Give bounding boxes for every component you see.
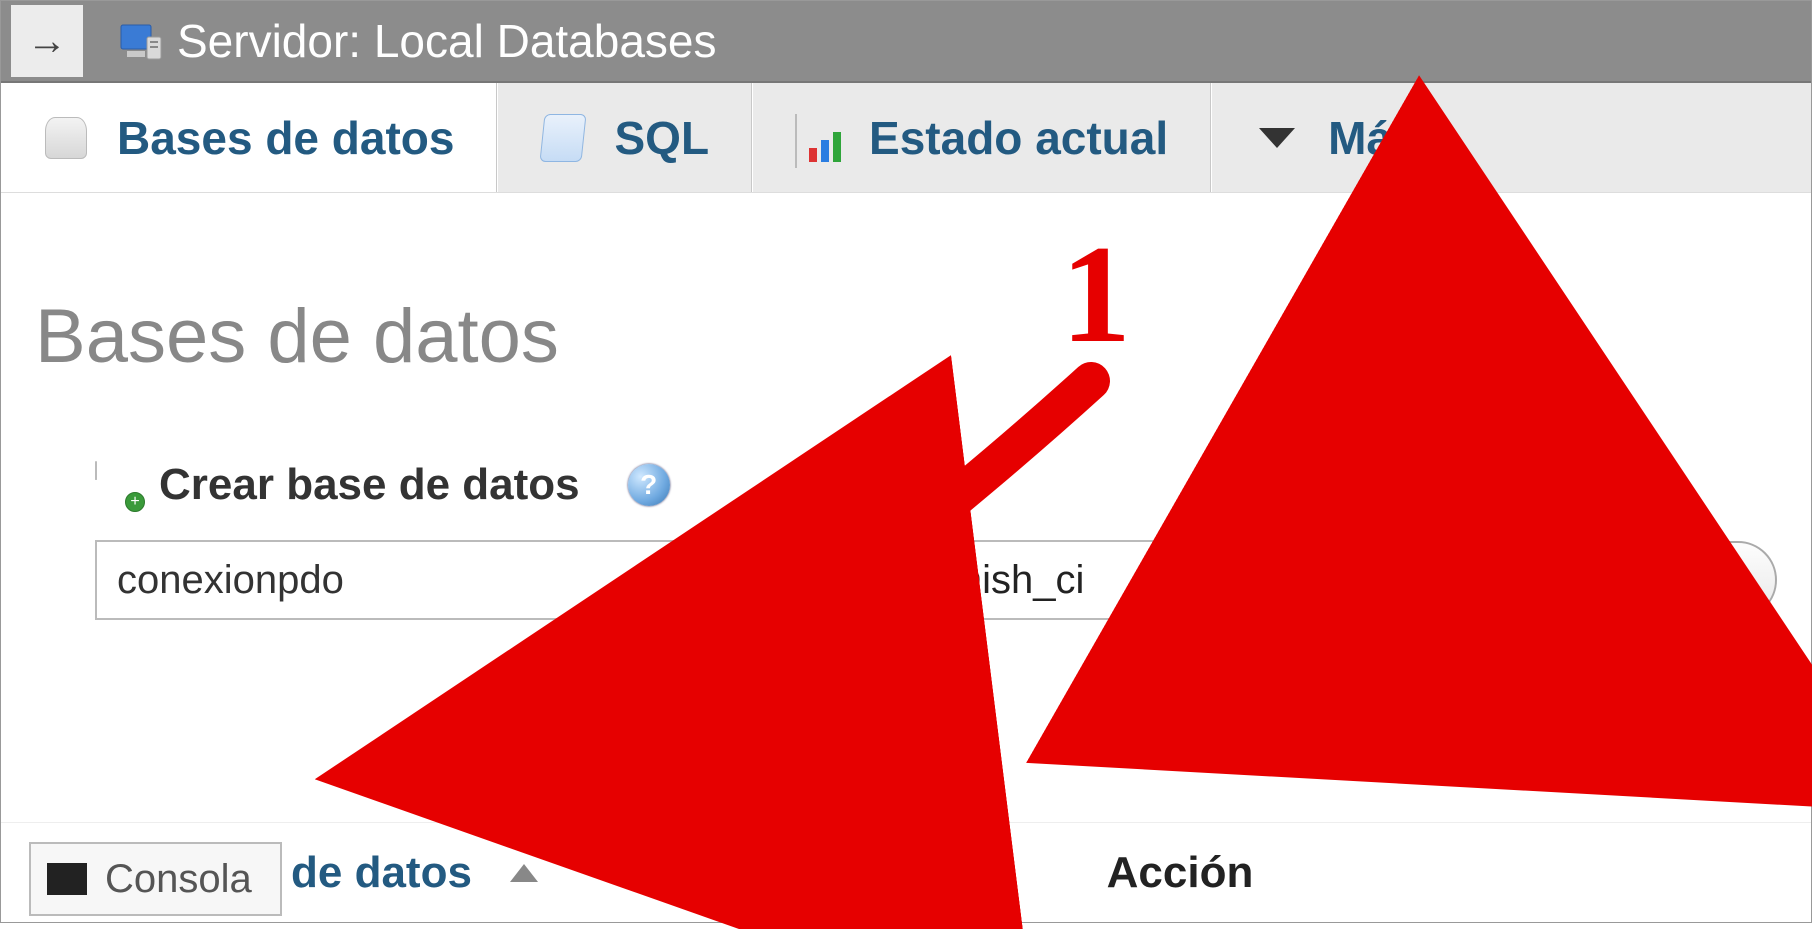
help-icon[interactable]: ? [628,464,670,506]
column-header-collation[interactable]: Cotejamiento [728,848,1007,898]
nav-forward-button[interactable]: → [11,5,83,77]
column-header-database[interactable]: de datos [291,848,472,898]
tab-status[interactable]: Estado actual [752,83,1211,192]
tab-sql-label: SQL [614,111,709,165]
tab-more[interactable]: Más [1211,83,1811,192]
tab-databases[interactable]: Bases de datos [1,83,497,192]
console-label: Consola [105,857,252,902]
db-name-input[interactable] [95,540,716,620]
create-db-heading-row: + Crear base de datos ? [35,460,1777,510]
status-icon [795,115,841,161]
server-icon [117,19,165,63]
server-breadcrumb-text[interactable]: Servidor: Local Databases [177,14,717,68]
chevron-down-icon: ▼ [1476,565,1502,596]
server-breadcrumb-bar: → Servidor: Local Databases [1,1,1811,83]
column-header-action: Acción [1107,848,1254,898]
tab-sql[interactable]: SQL [497,83,752,192]
arrow-right-icon: → [27,19,67,64]
console-button[interactable]: Consola [29,842,282,916]
tab-databases-label: Bases de datos [117,111,454,165]
chevron-down-icon [1254,115,1300,161]
page-body: Bases de datos + Crear base de datos ? u… [1,193,1811,620]
tab-bar: Bases de datos SQL Estado actual Más [1,83,1811,193]
database-add-icon: + [95,462,141,508]
create-button[interactable]: Crear [1592,541,1777,619]
tab-more-label: Más [1328,111,1417,165]
console-icon [47,863,87,895]
page-title: Bases de datos [35,293,1777,380]
create-db-label: Crear base de datos [159,460,580,510]
create-db-form: utf8_spanish_ci ▼ Crear [35,540,1777,620]
collation-selected-value: utf8_spanish_ci [806,558,1084,603]
database-icon [43,115,89,161]
tab-status-label: Estado actual [869,111,1168,165]
collation-select[interactable]: utf8_spanish_ci ▼ [780,540,1528,620]
sql-icon [540,115,586,161]
sort-asc-icon[interactable] [510,864,538,882]
